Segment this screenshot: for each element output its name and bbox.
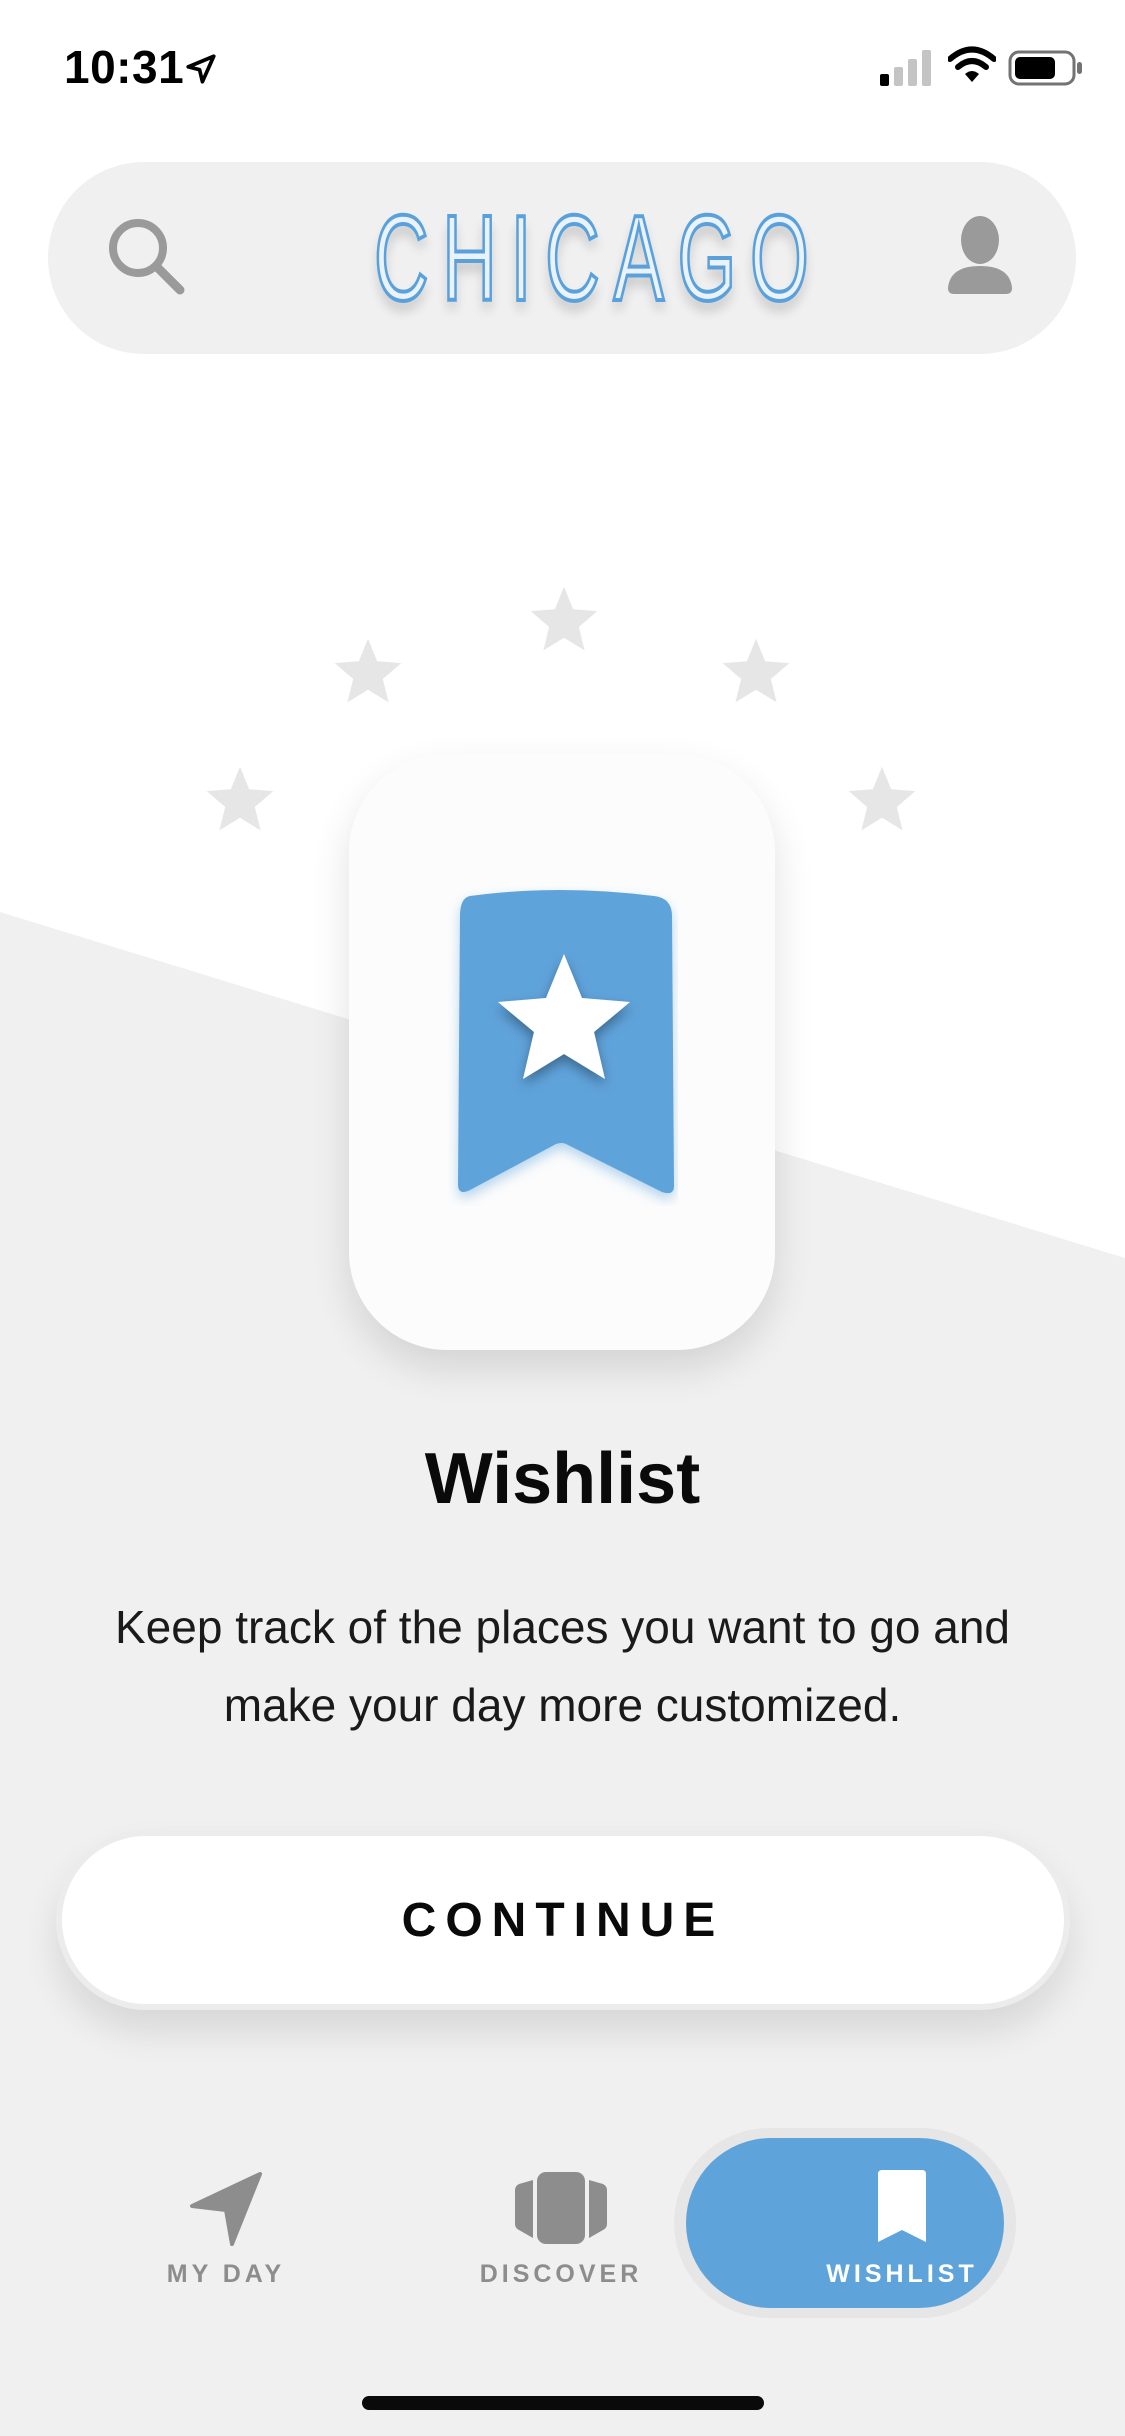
status-bar: 10:31 — [0, 0, 1125, 140]
decorative-star-icon — [848, 766, 916, 831]
battery-icon — [1008, 50, 1082, 86]
profile-icon[interactable] — [940, 210, 1020, 300]
decorative-star-icon — [206, 766, 274, 831]
continue-button-label: CONTINUE — [401, 1893, 725, 1947]
decorative-star-icon — [530, 586, 598, 651]
wifi-icon — [948, 46, 996, 82]
tab-bar: MY DAY DISCOVER WISHLIST — [56, 2130, 1070, 2316]
onboarding-description: Keep track of the places you want to go … — [114, 1601, 1011, 1731]
home-indicator — [362, 2396, 764, 2410]
cellular-signal-icon — [880, 50, 931, 86]
search-icon[interactable] — [100, 210, 190, 300]
tab-label: WISHLIST — [826, 2260, 978, 2288]
tab-label: MY DAY — [166, 2260, 286, 2288]
navigation-arrow-icon — [190, 2172, 262, 2246]
tab-label: DISCOVER — [479, 2260, 643, 2288]
decorative-star-icon — [334, 638, 402, 703]
status-time: 10:31 — [64, 41, 185, 93]
tab-wishlist[interactable]: WISHLIST — [734, 2130, 1070, 2316]
tab-discover[interactable]: DISCOVER — [391, 2130, 731, 2316]
bookmark-icon — [878, 2170, 926, 2242]
location-arrow-icon — [186, 54, 216, 84]
decorative-star-icon — [722, 638, 790, 703]
city-title: CHICAGO — [373, 188, 823, 328]
tab-my-day[interactable]: MY DAY — [56, 2130, 396, 2316]
bookmark-star-icon — [458, 890, 674, 1194]
onboarding-title: Wishlist — [424, 1439, 701, 1519]
cards-icon — [515, 2172, 607, 2244]
continue-button[interactable]: CONTINUE — [56, 1830, 1070, 2010]
